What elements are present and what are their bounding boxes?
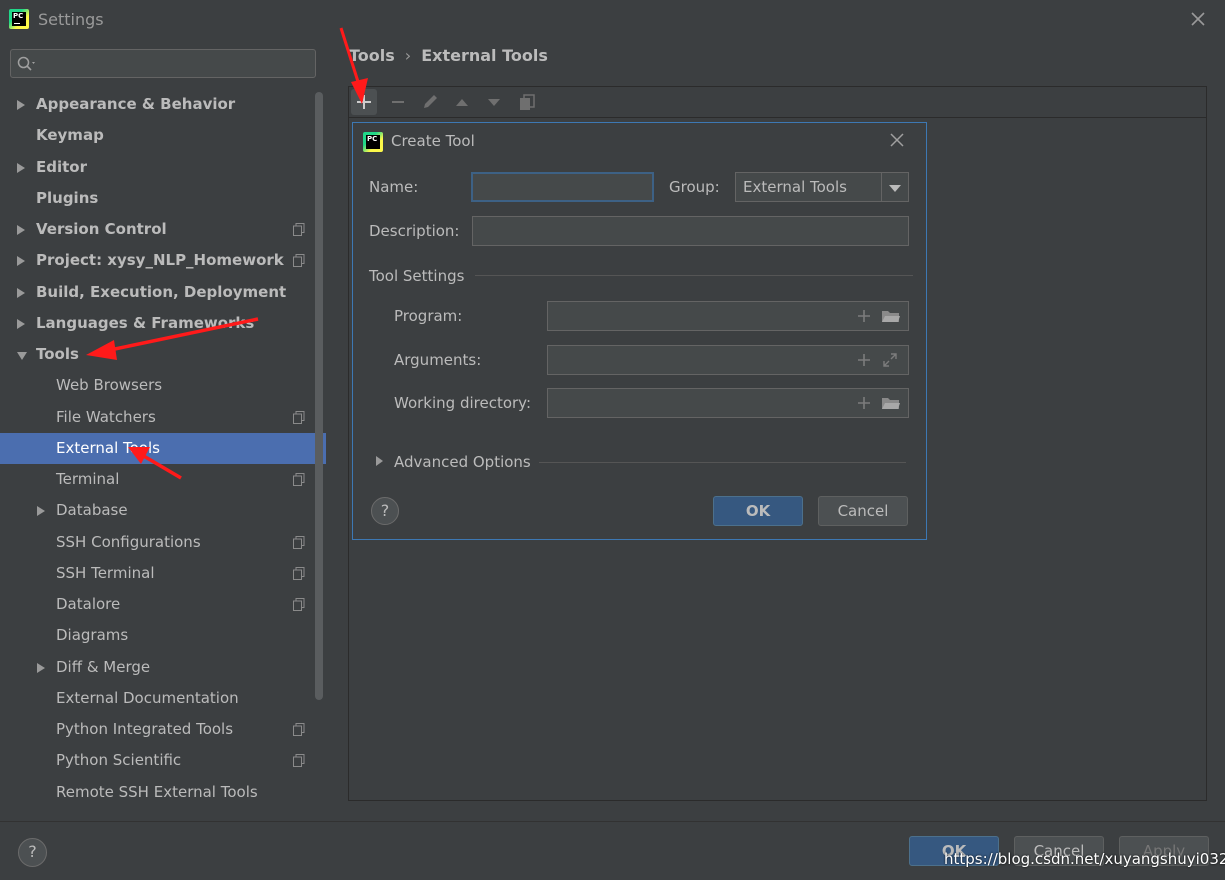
annotation-arrows bbox=[86, 27, 368, 480]
annotation-arrow-tools bbox=[86, 317, 259, 360]
annotation-arrow-external-tools bbox=[128, 447, 182, 480]
annotation-arrow-toolbar bbox=[339, 27, 368, 104]
